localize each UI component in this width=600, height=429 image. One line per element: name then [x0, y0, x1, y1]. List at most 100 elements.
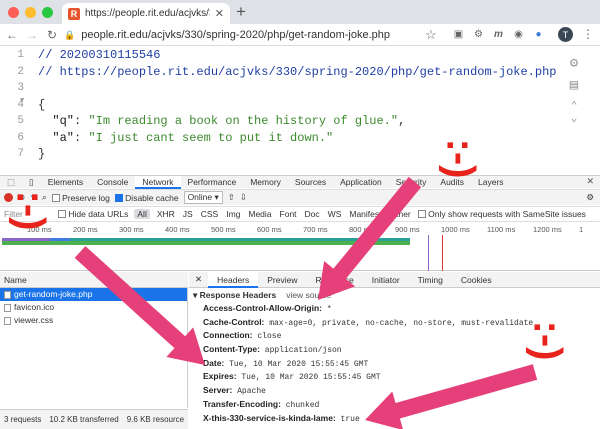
timeline-tick: 1 [579, 225, 584, 234]
request-name: get-random-joke.php [14, 289, 93, 299]
devtools-tab-sources[interactable]: Sources [288, 176, 333, 189]
timeline-marker-red [442, 235, 443, 271]
devtools-close-icon[interactable]: ✕ [586, 176, 594, 187]
preserve-log-toggle[interactable]: Preserve log [51, 193, 110, 203]
import-har-icon[interactable]: ⇧ [228, 192, 235, 203]
devtools-tab-bar: ⬚ ▯ Elements Console Network Performance… [0, 175, 600, 189]
header-value: Tue, 10 Mar 2020 15:55:45 GMT [236, 373, 381, 383]
response-header-row: Server: Apache [189, 384, 600, 398]
window-controls [8, 7, 53, 18]
viewer-side-icons: ⚙ ▤ ⌃ ⌄ [562, 55, 586, 125]
line-number: 2 [17, 65, 24, 78]
new-tab-icon[interactable]: + [236, 2, 246, 22]
samesite-toggle[interactable]: Only show requests with SameSite issues [417, 209, 586, 219]
request-detail-tabs: ✕ Headers Preview Response Initiator Tim… [189, 271, 600, 288]
transferred-size: 10.2 KB transferred [49, 415, 119, 424]
extension-m-icon[interactable]: m [492, 28, 505, 41]
request-row-favicon[interactable]: favicon.ico [0, 301, 187, 314]
filter-type-ws[interactable]: WS [327, 209, 343, 219]
detail-tab-response[interactable]: Response [307, 272, 363, 288]
devtools-tab-performance[interactable]: Performance [181, 176, 244, 189]
devtools-tab-application[interactable]: Application [333, 176, 389, 189]
url-text: people.rit.edu/acjvks/330/spring-2020/ph… [81, 29, 391, 41]
timeline-tick: 1200 ms [533, 225, 562, 234]
header-value: Apache [232, 387, 266, 397]
extension-android-icon[interactable]: ▣ [452, 28, 465, 41]
hide-data-urls-checkbox[interactable] [58, 210, 66, 219]
scroll-down-icon[interactable]: ⌄ [562, 111, 586, 125]
viewer-settings-icon[interactable]: ⚙ [562, 55, 586, 77]
throttle-value: Online [187, 192, 213, 202]
detail-tab-cookies[interactable]: Cookies [452, 272, 501, 288]
filter-type-font[interactable]: Font [279, 209, 298, 219]
response-headers-section[interactable]: ▾ Response Headers view source [189, 289, 600, 302]
detail-tab-preview[interactable]: Preview [258, 272, 306, 288]
line-number: 6 [17, 131, 24, 144]
preserve-log-checkbox[interactable] [51, 194, 60, 203]
bookmark-star-icon[interactable]: ☆ [425, 27, 437, 43]
back-icon[interactable]: ← [4, 28, 20, 42]
extension-bird-icon[interactable]: ● [532, 28, 545, 41]
request-row-get-random-joke[interactable]: get-random-joke.php [0, 288, 187, 301]
filter-type-manifest[interactable]: Manifest [348, 209, 382, 219]
detail-tab-headers[interactable]: Headers [208, 271, 259, 288]
filter-type-other[interactable]: Other [389, 209, 412, 219]
filter-type-css[interactable]: CSS [200, 209, 219, 219]
devtools-tab-elements[interactable]: Elements [41, 176, 90, 189]
line-number: 5 [17, 115, 24, 127]
brace-open: { [38, 97, 46, 112]
devtools-tab-console[interactable]: Console [90, 176, 135, 189]
comment-timestamp: // 20200310115546 [38, 48, 161, 62]
browser-tab[interactable]: R https://people.rit.edu/acjvks/330 ✕ [62, 3, 230, 24]
forward-icon[interactable]: → [24, 28, 40, 42]
requests-column-name[interactable]: Name [0, 272, 188, 288]
browser-menu-icon[interactable]: ⋮ [582, 27, 594, 41]
tab-strip: R https://people.rit.edu/acjvks/330 ✕ + [0, 0, 600, 24]
devtools-tab-network[interactable]: Network [135, 175, 181, 189]
filter-type-all[interactable]: All [134, 208, 150, 219]
export-har-icon[interactable]: ⇩ [240, 192, 247, 203]
filter-type-media[interactable]: Media [247, 209, 272, 219]
hide-data-urls-toggle[interactable]: Hide data URLs [58, 209, 128, 219]
detail-tab-timing[interactable]: Timing [409, 272, 452, 288]
header-value: close [252, 332, 282, 342]
tab-close-icon[interactable]: ✕ [215, 7, 224, 20]
extension-settings-icon[interactable]: ⚙ [472, 28, 485, 41]
throttle-select[interactable]: Online ▾ [183, 191, 223, 204]
smiley-annotation: :-) [525, 320, 570, 361]
close-window-button[interactable] [8, 7, 19, 18]
network-settings-icon[interactable]: ⚙ [586, 192, 594, 203]
timeline-overview[interactable] [0, 235, 600, 271]
filter-type-img[interactable]: Img [225, 209, 241, 219]
filter-type-doc[interactable]: Doc [304, 209, 321, 219]
devtools-tab-memory[interactable]: Memory [243, 176, 288, 189]
device-toolbar-icon[interactable]: ▯ [22, 176, 41, 189]
extension-globe-icon[interactable]: ◉ [512, 28, 525, 41]
file-icon [4, 316, 11, 325]
profile-avatar[interactable]: T [558, 27, 573, 42]
devtools-tab-security[interactable]: Security [389, 176, 434, 189]
browser-toolbar: ← → ↻ 🔒 people.rit.edu/acjvks/330/spring… [0, 24, 600, 46]
inspect-element-icon[interactable]: ⬚ [0, 176, 22, 189]
samesite-checkbox[interactable] [417, 210, 426, 219]
address-bar[interactable]: 🔒 people.rit.edu/acjvks/330/spring-2020/… [64, 25, 444, 45]
disable-cache-toggle[interactable]: Disable cache [114, 193, 179, 203]
request-row-viewer-css[interactable]: viewer.css [0, 314, 187, 327]
close-detail-icon[interactable]: ✕ [189, 274, 208, 285]
scroll-up-icon[interactable]: ⌃ [562, 99, 586, 113]
filter-type-xhr[interactable]: XHR [156, 209, 176, 219]
zoom-window-button[interactable] [42, 7, 53, 18]
viewer-raw-icon[interactable]: ▤ [562, 77, 586, 99]
header-key: Transfer-Encoding: [203, 398, 281, 409]
fold-toggle-icon[interactable]: ▼ [20, 97, 24, 105]
header-key: Content-Type: [203, 344, 260, 355]
filter-type-js[interactable]: JS [182, 209, 194, 219]
view-source-link[interactable]: view source [286, 290, 331, 300]
detail-tab-initiator[interactable]: Initiator [363, 272, 409, 288]
header-value: chunked [280, 400, 320, 410]
line-number: 1 [17, 49, 24, 61]
disable-cache-checkbox[interactable] [114, 194, 123, 203]
header-value: true [335, 414, 360, 424]
minimize-window-button[interactable] [25, 7, 36, 18]
reload-icon[interactable]: ↻ [44, 28, 60, 42]
